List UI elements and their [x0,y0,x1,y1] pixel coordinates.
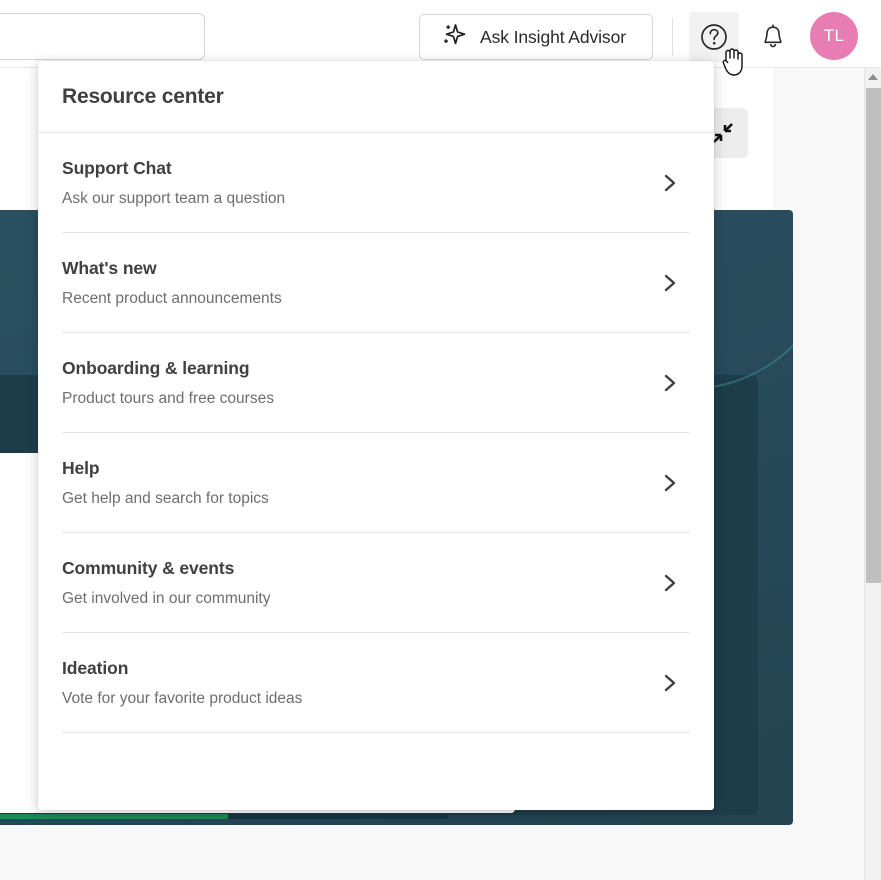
progress-track [0,814,448,819]
top-navigation-bar: Ask Insight Advisor TL [0,0,881,68]
menu-item-title: Ideation [62,657,129,678]
help-button[interactable] [689,12,739,62]
search-box[interactable] [0,13,205,60]
menu-item-subtitle: Get help and search for topics [62,489,269,507]
chevron-right-icon [662,471,678,495]
scroll-up-button[interactable] [865,68,881,86]
vertical-scrollbar[interactable] [864,68,881,880]
menu-item-whats-new[interactable]: What's new Recent product announcements [62,233,690,333]
app-root: lcome [0,0,881,880]
panel-title: Resource center [62,84,224,108]
menu-item-help[interactable]: Help Get help and search for topics [62,433,690,533]
scrollbar-thumb[interactable] [866,88,881,583]
toolbar-divider [672,18,673,56]
notifications-button[interactable] [748,12,798,62]
sparkle-icon [440,21,468,54]
question-circle-icon [701,24,727,50]
user-avatar[interactable]: TL [810,12,858,60]
menu-item-subtitle: Recent product announcements [62,289,282,307]
chevron-right-icon [662,371,678,395]
menu-item-title: What's new [62,257,157,278]
menu-item-title: Help [62,457,100,478]
resource-center-panel: Resource center Support Chat Ask our sup… [38,61,714,810]
ask-insight-advisor-button[interactable]: Ask Insight Advisor [419,14,653,60]
resource-center-list: Support Chat Ask our support team a ques… [38,133,714,733]
progress-fill [0,814,228,819]
chevron-right-icon [662,171,678,195]
scroll-up-arrow-icon [868,74,878,80]
menu-item-support-chat[interactable]: Support Chat Ask our support team a ques… [62,133,690,233]
menu-item-onboarding-learning[interactable]: Onboarding & learning Product tours and … [62,333,690,433]
menu-item-ideation[interactable]: Ideation Vote for your favorite product … [62,633,690,733]
menu-item-community-events[interactable]: Community & events Get involved in our c… [62,533,690,633]
collapse-arrows-icon [713,123,733,143]
menu-item-title: Support Chat [62,157,172,178]
ask-insight-advisor-label: Ask Insight Advisor [480,26,626,47]
menu-item-title: Onboarding & learning [62,357,250,378]
resource-center-header: Resource center [38,61,714,133]
chevron-right-icon [662,271,678,295]
menu-item-title: Community & events [62,557,235,578]
search-input[interactable] [0,14,204,59]
chevron-right-icon [662,571,678,595]
notification-bell-icon [764,24,782,48]
menu-item-subtitle: Ask our support team a question [62,189,286,207]
menu-item-subtitle: Product tours and free courses [62,389,274,407]
menu-item-subtitle: Vote for your favorite product ideas [62,689,303,707]
menu-item-subtitle: Get involved in our community [62,589,271,607]
chevron-right-icon [662,671,678,695]
